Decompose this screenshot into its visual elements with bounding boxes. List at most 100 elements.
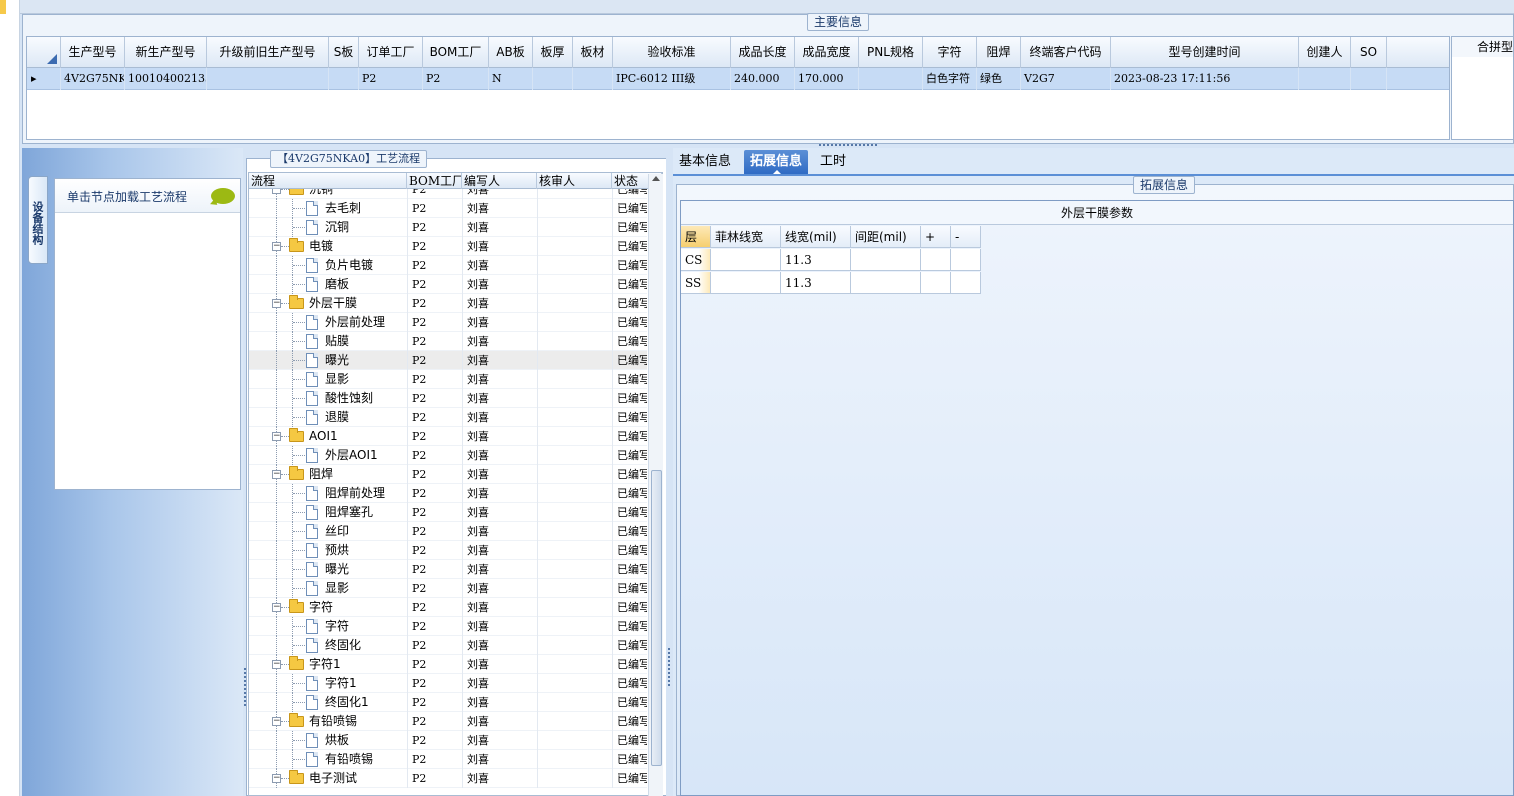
cell[interactable]: V2G7 xyxy=(1021,68,1111,90)
cell[interactable] xyxy=(573,68,613,90)
process-flow-tree[interactable]: 流程 BOM工厂 编写人 核审人 状态 − 沉铜 P2 刘喜 已编写 去毛刺 P2 刘喜 已编写 沉铜 P2… xyxy=(248,172,663,796)
column-header[interactable]: SO xyxy=(1351,37,1387,68)
column-header[interactable]: 创建人 xyxy=(1299,37,1351,68)
param-cell[interactable] xyxy=(951,272,981,294)
flow-row[interactable]: 终固化 P2 刘喜 已编写 xyxy=(249,636,647,655)
collapse-toggle-icon[interactable]: − xyxy=(272,242,281,251)
flow-tree-body[interactable]: − 沉铜 P2 刘喜 已编写 去毛刺 P2 刘喜 已编写 沉铜 P2 刘喜 已编写 − 电镀 P2 刘喜 已编写负… xyxy=(249,189,647,795)
flow-row[interactable]: 贴膜 P2 刘喜 已编写 xyxy=(249,332,647,351)
param-cell[interactable] xyxy=(711,249,781,271)
param-cell[interactable] xyxy=(711,272,781,294)
flow-column-header[interactable]: 编写人 xyxy=(462,173,537,189)
flow-row[interactable]: 预烘 P2 刘喜 已编写 xyxy=(249,541,647,560)
main-grid-row[interactable]: ▸ 4V2G75NKA010010400213321P2P2NIPC-6012 … xyxy=(27,68,1449,90)
flow-column-header[interactable]: 流程 xyxy=(249,173,407,189)
row-header-corner[interactable] xyxy=(27,37,61,68)
collapse-toggle-icon[interactable]: − xyxy=(272,660,281,669)
column-header[interactable]: BOM工厂 xyxy=(423,37,489,68)
param-cell[interactable] xyxy=(921,249,951,271)
param-column-header[interactable]: 线宽(mil) xyxy=(781,226,851,248)
cell[interactable] xyxy=(859,68,923,90)
cell[interactable] xyxy=(207,68,329,90)
param-cell[interactable] xyxy=(921,272,951,294)
flow-row[interactable]: 退膜 P2 刘喜 已编写 xyxy=(249,408,647,427)
flow-row[interactable]: 沉铜 P2 刘喜 已编写 xyxy=(249,218,647,237)
column-header[interactable]: 验收标准 xyxy=(613,37,731,68)
column-header[interactable]: 成品宽度 xyxy=(795,37,859,68)
flow-row[interactable]: − 阻焊 P2 刘喜 已编写 xyxy=(249,465,647,484)
flow-column-header[interactable]: BOM工厂 xyxy=(407,173,462,189)
column-header[interactable]: 字符 xyxy=(923,37,977,68)
cell[interactable]: 240.000 xyxy=(731,68,795,90)
main-info-grid[interactable]: 生产型号 新生产型号 升级前旧生产型号 S板 订单工厂 BOM工厂 AB板 板厚 板材 验收标准成… xyxy=(26,36,1450,140)
collapse-toggle-icon[interactable]: − xyxy=(272,774,281,783)
flow-row[interactable]: 负片电镀 P2 刘喜 已编写 xyxy=(249,256,647,275)
flow-row[interactable]: 曝光 P2 刘喜 已编写 xyxy=(249,351,647,370)
column-header[interactable]: 新生产型号 xyxy=(125,37,207,68)
cell[interactable]: 白色字符 xyxy=(923,68,977,90)
cell[interactable] xyxy=(329,68,359,90)
cell[interactable] xyxy=(1351,68,1387,90)
column-header[interactable]: 订单工厂 xyxy=(359,37,423,68)
collapse-toggle-icon[interactable]: − xyxy=(272,299,281,308)
cell[interactable]: 4V2G75NKA0 xyxy=(61,68,125,90)
column-header[interactable]: 板材 xyxy=(573,37,613,68)
flow-row[interactable]: 丝印 P2 刘喜 已编写 xyxy=(249,522,647,541)
param-cell[interactable]: 11.3 xyxy=(781,249,851,271)
flow-row[interactable]: 磨板 P2 刘喜 已编写 xyxy=(249,275,647,294)
flow-row[interactable]: 显影 P2 刘喜 已编写 xyxy=(249,370,647,389)
scrollbar-thumb[interactable] xyxy=(651,470,662,766)
param-column-header[interactable]: 间距(mil) xyxy=(851,226,921,248)
collapse-toggle-icon[interactable]: − xyxy=(272,189,281,194)
collapse-toggle-icon[interactable]: − xyxy=(272,603,281,612)
cell[interactable]: P2 xyxy=(359,68,423,90)
flow-row[interactable]: 终固化1 P2 刘喜 已编写 xyxy=(249,693,647,712)
flow-row[interactable]: 酸性蚀刻 P2 刘喜 已编写 xyxy=(249,389,647,408)
flow-row[interactable]: 字符1 P2 刘喜 已编写 xyxy=(249,674,647,693)
column-header[interactable]: 终端客户代码 xyxy=(1021,37,1111,68)
collapse-toggle-icon[interactable]: − xyxy=(272,717,281,726)
cell[interactable]: 170.000 xyxy=(795,68,859,90)
column-header[interactable]: 成品长度 xyxy=(731,37,795,68)
flow-row[interactable]: − 有铅喷锡 P2 刘喜 已编写 xyxy=(249,712,647,731)
flow-row[interactable]: 烘板 P2 刘喜 已编写 xyxy=(249,731,647,750)
param-column-header[interactable]: 层 xyxy=(681,226,711,248)
flow-row[interactable]: 有铅喷锡 P2 刘喜 已编写 xyxy=(249,750,647,769)
param-cell[interactable]: 11.3 xyxy=(781,272,851,294)
param-cell[interactable] xyxy=(851,249,921,271)
column-header[interactable]: S板 xyxy=(329,37,359,68)
param-column-header[interactable]: + xyxy=(921,226,951,248)
cell[interactable] xyxy=(1299,68,1351,90)
cell[interactable]: P2 xyxy=(423,68,489,90)
param-column-header[interactable]: - xyxy=(951,226,981,248)
cell[interactable]: 绿色 xyxy=(977,68,1021,90)
cell[interactable]: N xyxy=(489,68,533,90)
flow-row[interactable]: 外层AOI1 P2 刘喜 已编写 xyxy=(249,446,647,465)
column-header[interactable]: 型号创建时间 xyxy=(1111,37,1299,68)
flow-row[interactable]: 曝光 P2 刘喜 已编写 xyxy=(249,560,647,579)
flow-row[interactable]: 外层前处理 P2 刘喜 已编写 xyxy=(249,313,647,332)
cell[interactable]: IPC-6012 III级 xyxy=(613,68,731,90)
flow-row[interactable]: 阻焊前处理 P2 刘喜 已编写 xyxy=(249,484,647,503)
param-cell[interactable] xyxy=(851,272,921,294)
flow-row[interactable]: − 外层干膜 P2 刘喜 已编写 xyxy=(249,294,647,313)
column-header[interactable]: 生产型号 xyxy=(61,37,125,68)
cell[interactable]: 10010400213321 xyxy=(125,68,207,90)
flow-row[interactable]: − 沉铜 P2 刘喜 已编写 xyxy=(249,189,647,199)
flow-row[interactable]: 显影 P2 刘喜 已编写 xyxy=(249,579,647,598)
cell[interactable]: 2023-08-23 17:11:56 xyxy=(1111,68,1299,90)
column-header[interactable]: 升级前旧生产型号 xyxy=(207,37,329,68)
flow-row[interactable]: 阻焊塞孔 P2 刘喜 已编写 xyxy=(249,503,647,522)
tab-work-hours[interactable]: 工时 xyxy=(814,150,852,174)
collapse-toggle-icon[interactable]: − xyxy=(272,432,281,441)
column-header[interactable]: PNL规格 xyxy=(859,37,923,68)
flow-row[interactable]: − 电子测试 P2 刘喜 已编写 xyxy=(249,769,647,788)
flow-row[interactable]: − AOI1 P2 刘喜 已编写 xyxy=(249,427,647,446)
right-splitter[interactable] xyxy=(666,148,672,796)
column-header[interactable]: 板厚 xyxy=(533,37,573,68)
flow-row[interactable]: 字符 P2 刘喜 已编写 xyxy=(249,617,647,636)
flow-row[interactable]: − 字符1 P2 刘喜 已编写 xyxy=(249,655,647,674)
cell[interactable] xyxy=(533,68,573,90)
flow-row[interactable]: − 字符 P2 刘喜 已编写 xyxy=(249,598,647,617)
flow-row[interactable]: 去毛刺 P2 刘喜 已编写 xyxy=(249,199,647,218)
